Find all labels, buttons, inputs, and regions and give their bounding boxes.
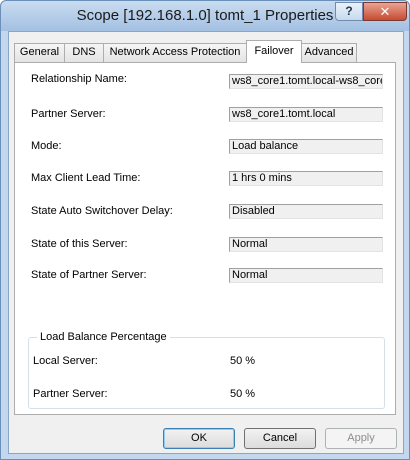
state-of-this-server-field[interactable]: Normal — [229, 237, 383, 252]
tab-general[interactable]: General — [14, 43, 65, 62]
tab-advanced[interactable]: Advanced — [301, 43, 357, 62]
dialog-body: General DNS Network Access Protection Fa… — [8, 31, 404, 454]
apply-button[interactable]: Apply — [325, 428, 397, 449]
partner-server-percentage: 50 % — [230, 388, 256, 400]
mode-field[interactable]: Load balance — [229, 139, 383, 154]
local-server-label: Local Server: — [33, 355, 98, 367]
tab-failover[interactable]: Failover — [246, 40, 302, 63]
max-client-lead-time-field[interactable]: 1 hrs 0 mins — [229, 171, 383, 186]
state-of-this-server-label: State of this Server: — [31, 238, 128, 250]
tab-dns[interactable]: DNS — [64, 43, 104, 62]
close-button[interactable]: ✕ — [363, 2, 407, 21]
mode-label: Mode: — [31, 140, 62, 152]
max-client-lead-time-label: Max Client Lead Time: — [31, 172, 141, 184]
load-balance-group: Load Balance Percentage Local Server: 50… — [28, 331, 385, 409]
cancel-button[interactable]: Cancel — [244, 428, 316, 449]
failover-panel: Relationship Name: ws8_core1.tomt.local-… — [14, 62, 396, 415]
close-icon: ✕ — [379, 4, 391, 19]
partner-server-field[interactable]: ws8_core1.tomt.local — [229, 107, 383, 122]
partner-server-label: Partner Server: — [31, 108, 106, 120]
load-balance-group-title: Load Balance Percentage — [37, 331, 170, 343]
tab-network-access-protection[interactable]: Network Access Protection — [103, 43, 247, 62]
help-button[interactable]: ? — [335, 2, 363, 21]
properties-window: Scope [192.168.1.0] tomt_1 Properties ? … — [0, 0, 410, 460]
state-of-partner-server-label: State of Partner Server: — [31, 269, 147, 281]
state-of-partner-server-field[interactable]: Normal — [229, 268, 383, 283]
local-server-percentage: 50 % — [230, 355, 256, 367]
partner-server-percentage-label: Partner Server: — [33, 388, 108, 400]
relationship-name-field[interactable]: ws8_core1.tomt.local-ws8_core... — [229, 74, 383, 89]
ok-button[interactable]: OK — [163, 428, 235, 449]
state-auto-switchover-delay-field[interactable]: Disabled — [229, 204, 383, 219]
title-bar[interactable]: Scope [192.168.1.0] tomt_1 Properties ? … — [1, 1, 409, 31]
state-auto-switchover-delay-label: State Auto Switchover Delay: — [31, 205, 173, 217]
relationship-name-label: Relationship Name: — [31, 73, 127, 85]
